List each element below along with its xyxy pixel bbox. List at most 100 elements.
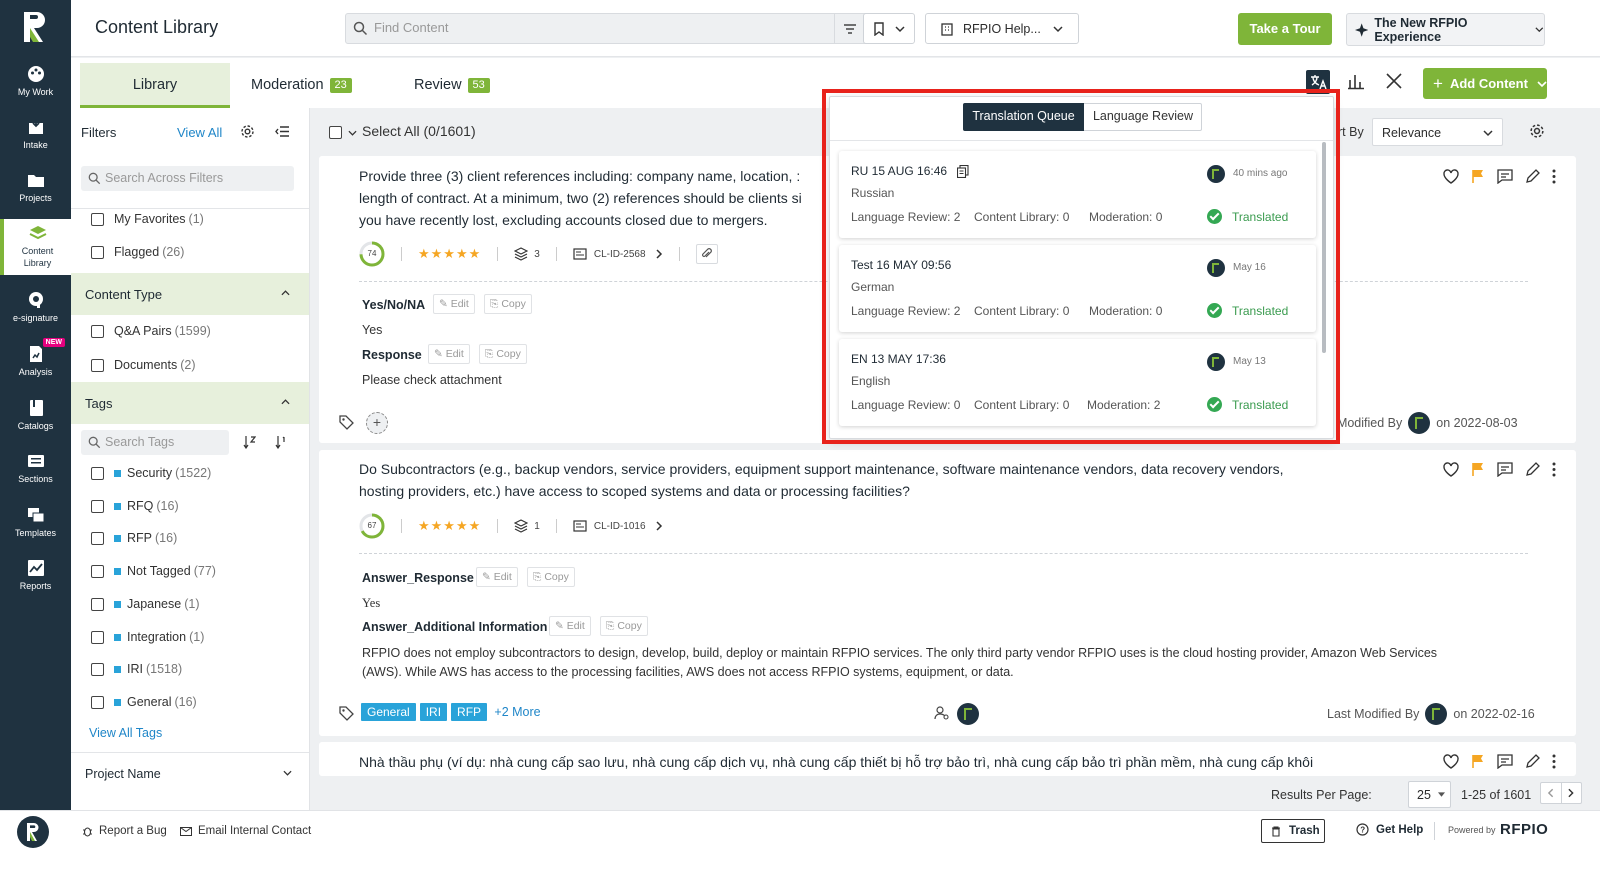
get-help-link[interactable]: ? Get Help: [1356, 823, 1423, 836]
tag-pill[interactable]: IRI: [419, 703, 448, 721]
checkbox[interactable]: [91, 695, 104, 709]
filter-qa-pairs[interactable]: Q&A Pairs (1599): [91, 324, 211, 338]
tags-search-box[interactable]: [81, 430, 229, 455]
help-select[interactable]: RFPIO Help...: [925, 13, 1079, 44]
chevron-down-icon[interactable]: [283, 770, 292, 776]
language-review-link[interactable]: Language Review: 2: [851, 210, 960, 224]
translation-queue-item[interactable]: RU 15 AUG 16:46 Russian Language Review:…: [839, 151, 1316, 238]
tools-icon[interactable]: [1385, 72, 1403, 90]
content-card[interactable]: Do Subcontractors (e.g., backup vendors,…: [319, 450, 1576, 736]
sort-numeric-icon[interactable]: [275, 435, 288, 449]
tab-moderation[interactable]: Moderation 23: [251, 63, 352, 108]
filter-search-box[interactable]: [81, 166, 294, 191]
checkbox[interactable]: [91, 499, 104, 513]
flag-icon[interactable]: [1471, 462, 1485, 477]
nav-item-reports[interactable]: Reports: [0, 554, 71, 606]
more-tags-link[interactable]: +2 More: [494, 705, 540, 719]
question-text[interactable]: Provide three (3) client references incl…: [359, 165, 802, 231]
tag-pill[interactable]: General: [361, 703, 416, 721]
pencil-icon[interactable]: [1525, 754, 1540, 769]
copy-icon[interactable]: [957, 164, 969, 178]
tab-review[interactable]: Review 53: [414, 63, 490, 108]
project-name-section-title[interactable]: Project Name: [85, 767, 161, 781]
moderation-link[interactable]: Moderation: 2: [1087, 398, 1160, 412]
chevron-left-icon[interactable]: [1547, 788, 1555, 798]
translation-queue-item[interactable]: Test 16 MAY 09:56 German Language Review…: [839, 245, 1316, 332]
attachment-button[interactable]: [695, 244, 718, 264]
chevron-right-icon[interactable]: [1567, 788, 1575, 798]
chevron-right-icon[interactable]: [655, 521, 663, 531]
bar-chart-icon[interactable]: [1347, 72, 1365, 90]
popover-scrollbar[interactable]: [1322, 142, 1326, 353]
gear-icon[interactable]: [240, 124, 255, 139]
tags-section-header[interactable]: Tags: [71, 382, 309, 424]
tag-filter-not-tagged[interactable]: Not Tagged (77): [91, 564, 216, 578]
heart-icon[interactable]: [1443, 462, 1459, 477]
edit-button[interactable]: ✎ Edit: [476, 567, 518, 587]
filter-search-input[interactable]: [105, 171, 265, 185]
pencil-icon[interactable]: [1525, 462, 1540, 477]
tags-search-input[interactable]: [105, 435, 220, 449]
avatar[interactable]: [1425, 703, 1448, 725]
comment-icon[interactable]: [1497, 169, 1513, 184]
tag-pill[interactable]: RFP: [451, 703, 488, 721]
content-card[interactable]: Nhà thầu phụ (ví dụ: nhà cung cấp sao lư…: [319, 742, 1576, 776]
checkbox[interactable]: [91, 358, 104, 372]
heart-icon[interactable]: [1443, 169, 1459, 184]
nav-item-catalogs[interactable]: Catalogs: [0, 394, 71, 446]
star-rating[interactable]: ★★★★★: [418, 246, 481, 262]
view-all-filters-link[interactable]: View All: [177, 125, 222, 140]
checkbox[interactable]: [91, 212, 104, 226]
nav-item-intake[interactable]: Intake: [0, 113, 71, 165]
question-text[interactable]: Do Subcontractors (e.g., backup vendors,…: [359, 458, 1284, 502]
owner-avatar[interactable]: [957, 703, 979, 725]
sort-select[interactable]: Relevance: [1372, 118, 1503, 146]
tag-filter-integration[interactable]: Integration (1): [91, 630, 204, 644]
question-text[interactable]: Nhà thầu phụ (ví dụ: nhà cung cấp sao lư…: [359, 751, 1313, 773]
chevron-down-icon[interactable]: [348, 130, 357, 136]
nav-item-templates[interactable]: Templates: [0, 501, 71, 553]
checkbox[interactable]: [91, 662, 104, 676]
more-vertical-icon[interactable]: [1552, 169, 1556, 184]
heart-icon[interactable]: [1443, 754, 1459, 769]
app-logo-icon[interactable]: [20, 10, 50, 44]
tab-language-review[interactable]: Language Review: [1084, 103, 1202, 131]
nav-item-my-work[interactable]: My Work: [0, 60, 71, 112]
per-page-select[interactable]: 25: [1408, 781, 1451, 808]
nav-item-analysis[interactable]: NEW Analysis: [0, 338, 71, 392]
chevron-right-icon[interactable]: [655, 249, 663, 259]
checkbox[interactable]: [91, 324, 104, 338]
checkbox[interactable]: [91, 466, 104, 480]
tab-translation-queue[interactable]: Translation Queue: [963, 103, 1084, 131]
checkbox[interactable]: [91, 245, 104, 259]
more-vertical-icon[interactable]: [1552, 754, 1556, 769]
filter-lines-icon[interactable]: [843, 22, 857, 36]
tag-filter-rfq[interactable]: RFQ (16): [91, 499, 179, 513]
user-settings-icon[interactable]: [934, 705, 950, 721]
collapse-panel-icon[interactable]: [275, 125, 290, 138]
nav-item-content-library[interactable]: Content Library: [0, 219, 71, 275]
checkbox[interactable]: [91, 630, 104, 644]
nav-item-projects[interactable]: Projects: [0, 166, 71, 218]
gear-icon[interactable]: [1529, 123, 1545, 139]
bookmark-dropdown[interactable]: [863, 13, 915, 44]
comment-icon[interactable]: [1497, 754, 1513, 769]
report-bug-link[interactable]: Report a Bug: [82, 825, 167, 837]
more-vertical-icon[interactable]: [1552, 462, 1556, 477]
language-review-link[interactable]: Language Review: 2: [851, 304, 960, 318]
star-rating[interactable]: ★★★★★: [418, 518, 481, 534]
tag-filter-security[interactable]: Security (1522): [91, 466, 211, 480]
find-content-input[interactable]: [374, 20, 814, 35]
flag-icon[interactable]: [1471, 169, 1485, 184]
email-contact-link[interactable]: Email Internal Contact: [180, 825, 311, 837]
tag-icon[interactable]: [339, 706, 354, 721]
tag-filter-iri[interactable]: IRI (1518): [91, 662, 182, 676]
nav-item-e-signature[interactable]: e-signature: [0, 286, 71, 338]
copy-button[interactable]: ⎘ Copy: [600, 616, 648, 636]
footer-logo-icon[interactable]: [17, 816, 49, 848]
select-all-checkbox[interactable]: [329, 126, 342, 139]
checkbox[interactable]: [91, 597, 104, 611]
checkbox[interactable]: [91, 564, 104, 578]
avatar[interactable]: [1408, 412, 1431, 434]
translate-icon[interactable]: [1306, 70, 1330, 94]
